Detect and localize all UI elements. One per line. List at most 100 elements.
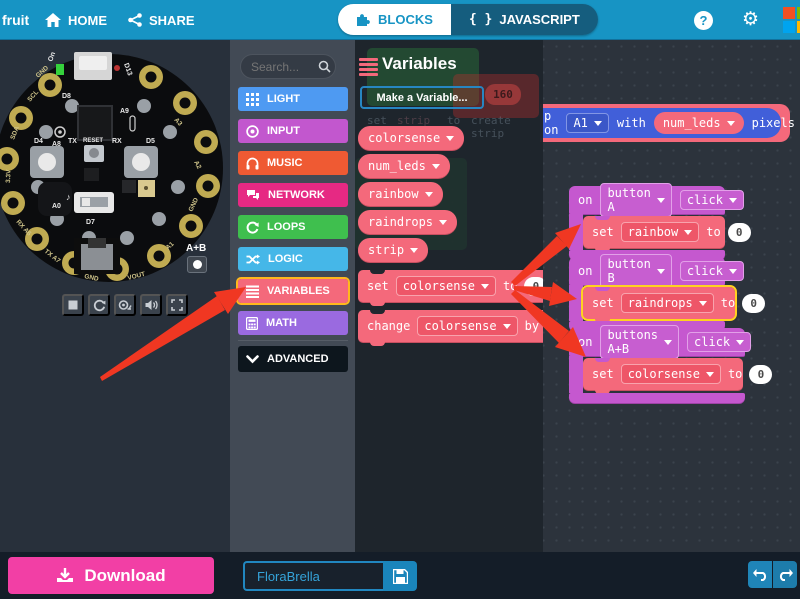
variable-dropdown[interactable]: colorsense bbox=[621, 364, 721, 384]
event-dropdown[interactable]: click bbox=[680, 261, 744, 281]
num-leds-variable-pill[interactable]: num_leds bbox=[654, 112, 744, 134]
share-icon bbox=[128, 13, 142, 27]
board-label: D7 bbox=[86, 219, 95, 226]
sidebar-item-advanced[interactable]: ADVANCED bbox=[238, 346, 348, 372]
on-button-b-block[interactable]: on button B click bbox=[569, 257, 725, 285]
event-block-foot[interactable] bbox=[569, 393, 745, 403]
stop-button[interactable] bbox=[62, 294, 84, 316]
button-dropdown[interactable]: button B bbox=[600, 254, 671, 288]
value-input[interactable]: 0 bbox=[749, 365, 772, 384]
board-label: RESET bbox=[83, 138, 103, 144]
home-button[interactable]: HOME bbox=[45, 0, 107, 40]
variables-bars-icon bbox=[246, 285, 259, 298]
sidebar-item-input[interactable]: INPUT bbox=[238, 119, 348, 143]
save-button[interactable] bbox=[383, 561, 417, 591]
sidebar-item-loops[interactable]: LOOPS bbox=[238, 215, 348, 239]
board-label: D4 bbox=[34, 138, 43, 145]
tab-blocks[interactable]: BLOCKS bbox=[338, 4, 451, 35]
settings-gear-icon[interactable]: ⚙ bbox=[742, 10, 759, 29]
restart-button[interactable] bbox=[88, 294, 110, 316]
variable-dropdown[interactable]: colorsense bbox=[417, 316, 517, 336]
pin-dropdown[interactable]: A1 bbox=[566, 113, 608, 133]
sidebar-item-music[interactable]: MUSIC bbox=[238, 151, 348, 175]
chevron-down-icon bbox=[736, 340, 744, 345]
button-dropdown[interactable]: button A bbox=[600, 183, 671, 217]
chevron-down-icon bbox=[410, 248, 418, 253]
variable-dropdown[interactable]: rainbow bbox=[621, 222, 700, 242]
chevron-down-icon bbox=[729, 198, 737, 203]
chevron-down-icon bbox=[425, 192, 433, 197]
board-label: On bbox=[47, 51, 57, 63]
puzzle-blocks-icon bbox=[356, 13, 371, 26]
chevron-down-icon bbox=[446, 136, 454, 141]
adafruit-logo[interactable]: fruit bbox=[2, 0, 29, 40]
sidebar-item-light[interactable]: LIGHT bbox=[238, 87, 348, 111]
mute-button[interactable] bbox=[140, 294, 162, 316]
share-button[interactable]: SHARE bbox=[128, 0, 195, 40]
fullscreen-button[interactable] bbox=[166, 294, 188, 316]
chevron-down-icon bbox=[439, 220, 447, 225]
button-dropdown[interactable]: buttons A+B bbox=[600, 325, 679, 359]
variable-pill-raindrops[interactable]: raindrops bbox=[358, 210, 457, 234]
sidebar-item-variables[interactable]: VARIABLES bbox=[238, 279, 348, 303]
toolbox-divider bbox=[238, 340, 348, 341]
set-colorsense-block[interactable]: set colorsense to 0 bbox=[583, 358, 743, 390]
sidebar-item-logic[interactable]: LOGIC bbox=[238, 247, 348, 271]
variable-pill-strip[interactable]: strip bbox=[358, 238, 428, 262]
make-a-variable-button[interactable]: Make a Variable... bbox=[360, 86, 484, 109]
slow-mo-snail-icon bbox=[118, 299, 132, 311]
chevron-down-icon bbox=[664, 340, 672, 345]
toolbox: LIGHT INPUT MUSIC NETWORK LOOPS LOGIC VA… bbox=[230, 40, 355, 552]
set-raindrops-block-highlighted[interactable]: set raindrops to 0 bbox=[583, 287, 735, 319]
change-variable-block[interactable]: change colorsense by 1 bbox=[358, 310, 543, 342]
value-input[interactable]: 0 bbox=[728, 223, 751, 242]
board-label: 3.3V bbox=[5, 169, 12, 183]
math-calculator-icon bbox=[246, 317, 258, 330]
variable-dropdown[interactable]: raindrops bbox=[621, 293, 714, 313]
chevron-down-icon bbox=[657, 269, 665, 274]
value-input[interactable]: 0 bbox=[524, 277, 543, 296]
ghost-value-badge: 160 bbox=[485, 84, 521, 105]
redo-icon bbox=[778, 568, 793, 581]
value-input[interactable]: 0 bbox=[742, 294, 765, 313]
chevron-down-icon bbox=[432, 164, 440, 169]
event-dropdown[interactable]: click bbox=[680, 190, 744, 210]
category-label: NETWORK bbox=[268, 189, 325, 201]
ab-button-label: A+B bbox=[186, 243, 206, 254]
variable-dropdown[interactable]: colorsense bbox=[396, 276, 496, 296]
tab-javascript[interactable]: { } JAVASCRIPT bbox=[451, 4, 598, 35]
variable-pill-num-leds[interactable]: num_leds bbox=[358, 154, 450, 178]
set-rainbow-block[interactable]: set rainbow to 0 bbox=[583, 216, 725, 248]
sidebar-item-math[interactable]: MATH bbox=[238, 311, 348, 335]
download-button[interactable]: Download bbox=[8, 557, 214, 594]
stop-icon bbox=[67, 299, 79, 311]
variable-pill-rainbow[interactable]: rainbow bbox=[358, 182, 443, 206]
on-button-a-block[interactable]: on button A click bbox=[569, 186, 725, 214]
network-chat-icon bbox=[246, 189, 260, 202]
event-block-spine bbox=[569, 214, 583, 250]
project-name-input[interactable] bbox=[243, 561, 383, 591]
sidebar-item-network[interactable]: NETWORK bbox=[238, 183, 348, 207]
input-circle-icon bbox=[246, 125, 259, 138]
variables-category-icon bbox=[359, 58, 378, 78]
ghost-create-strip-text: create strip bbox=[471, 114, 543, 140]
undo-icon bbox=[753, 568, 768, 581]
variable-pill-colorsense[interactable]: colorsense bbox=[358, 126, 464, 150]
variables-flyout: 160 set strip to create strip Variables … bbox=[355, 40, 543, 552]
board-label: D8 bbox=[62, 93, 71, 100]
board-label: RX bbox=[112, 138, 122, 145]
board-label: A9 bbox=[120, 108, 129, 115]
set-variable-block[interactable]: set colorsense to 0 bbox=[358, 270, 543, 302]
event-dropdown[interactable]: click bbox=[687, 332, 751, 352]
home-icon bbox=[45, 13, 61, 27]
create-strip-block[interactable]: p on A1 with num_leds pixels bbox=[540, 108, 781, 138]
help-button[interactable]: ? bbox=[694, 11, 713, 30]
undo-button[interactable] bbox=[748, 561, 772, 588]
editor-mode-toggle: BLOCKS { } JAVASCRIPT bbox=[338, 4, 598, 35]
slow-mo-button[interactable] bbox=[114, 294, 136, 316]
on-buttons-ab-block[interactable]: on buttons A+B click bbox=[569, 328, 745, 356]
redo-button[interactable] bbox=[773, 561, 797, 588]
ab-button[interactable] bbox=[187, 256, 207, 273]
chevron-down-icon bbox=[729, 269, 737, 274]
strip-block-pixels-text: pixels bbox=[752, 116, 795, 130]
